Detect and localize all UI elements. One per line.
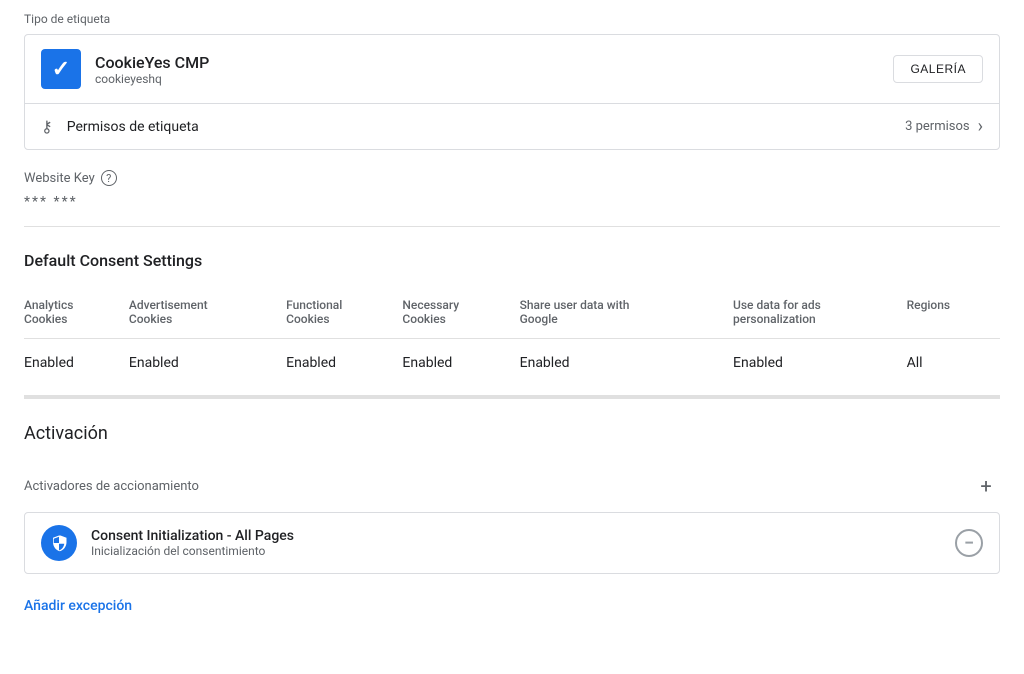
consent-table-header-row: AnalyticsCookies AdvertisementCookies Fu… — [24, 290, 1000, 339]
col-regions: Regions — [907, 290, 1000, 339]
trigger-item: Consent Initialization - All Pages Inici… — [24, 512, 1000, 574]
val-share-user: Enabled — [520, 339, 733, 380]
val-advertisement: Enabled — [129, 339, 286, 380]
cookieyes-name: CookieYes CMP — [95, 53, 893, 72]
val-regions: All — [907, 339, 1000, 380]
activation-section: Activación Activadores de accionamiento … — [24, 399, 1000, 622]
consent-section: Default Consent Settings AnalyticsCookie… — [24, 227, 1000, 399]
col-necessary: NecessaryCookies — [402, 290, 519, 339]
tipo-label: Tipo de etiqueta — [24, 0, 1000, 34]
permisos-row[interactable]: ⚷ Permisos de etiqueta 3 permisos › — [25, 104, 999, 149]
activation-title: Activación — [24, 423, 1000, 444]
help-icon[interactable]: ? — [101, 170, 117, 186]
triggers-header: Activadores de accionamiento + — [24, 464, 1000, 512]
trigger-sub: Inicialización del consentimiento — [91, 544, 955, 558]
triggers-label: Activadores de accionamiento — [24, 479, 199, 494]
cookieyes-domain: cookieyeshq — [95, 72, 893, 86]
consent-title: Default Consent Settings — [24, 251, 1000, 270]
val-use-data: Enabled — [733, 339, 907, 380]
gallery-button[interactable]: GALERÍA — [893, 55, 983, 83]
key-icon: ⚷ — [41, 117, 53, 136]
cookieyes-header: ✓ CookieYes CMP cookieyeshq GALERÍA — [25, 35, 999, 104]
website-key-label: Website Key ? — [24, 170, 1000, 186]
cookieyes-logo: ✓ — [41, 49, 81, 89]
col-advertisement: AdvertisementCookies — [129, 290, 286, 339]
add-trigger-button[interactable]: + — [972, 472, 1000, 500]
shield-icon — [50, 534, 68, 552]
permisos-label: Permisos de etiqueta — [67, 119, 905, 135]
add-exception-link[interactable]: Añadir excepción — [24, 582, 132, 622]
consent-table-data-row: Enabled Enabled Enabled Enabled Enabled … — [24, 339, 1000, 380]
consent-table: AnalyticsCookies AdvertisementCookies Fu… — [24, 290, 1000, 379]
chevron-right-icon: › — [978, 116, 983, 137]
permisos-count: 3 permisos — [905, 119, 970, 134]
plus-icon: + — [980, 474, 991, 498]
trigger-icon-wrap — [41, 525, 77, 561]
val-necessary: Enabled — [402, 339, 519, 380]
website-key-text: Website Key — [24, 171, 95, 186]
minus-icon: − — [964, 533, 974, 554]
col-share-user: Share user data withGoogle — [520, 290, 733, 339]
col-functional: FunctionalCookies — [286, 290, 402, 339]
col-analytics: AnalyticsCookies — [24, 290, 129, 339]
website-key-value: *** *** — [24, 194, 1000, 210]
val-functional: Enabled — [286, 339, 402, 380]
trigger-name: Consent Initialization - All Pages — [91, 528, 955, 544]
cookieyes-info: CookieYes CMP cookieyeshq — [95, 53, 893, 86]
col-use-data: Use data for adspersonalization — [733, 290, 907, 339]
remove-trigger-button[interactable]: − — [955, 529, 983, 557]
cookieyes-card: ✓ CookieYes CMP cookieyeshq GALERÍA ⚷ Pe… — [24, 34, 1000, 150]
trigger-info: Consent Initialization - All Pages Inici… — [91, 528, 955, 558]
website-key-section: Website Key ? *** *** — [24, 150, 1000, 227]
val-analytics: Enabled — [24, 339, 129, 380]
cookieyes-logo-check: ✓ — [52, 57, 70, 82]
